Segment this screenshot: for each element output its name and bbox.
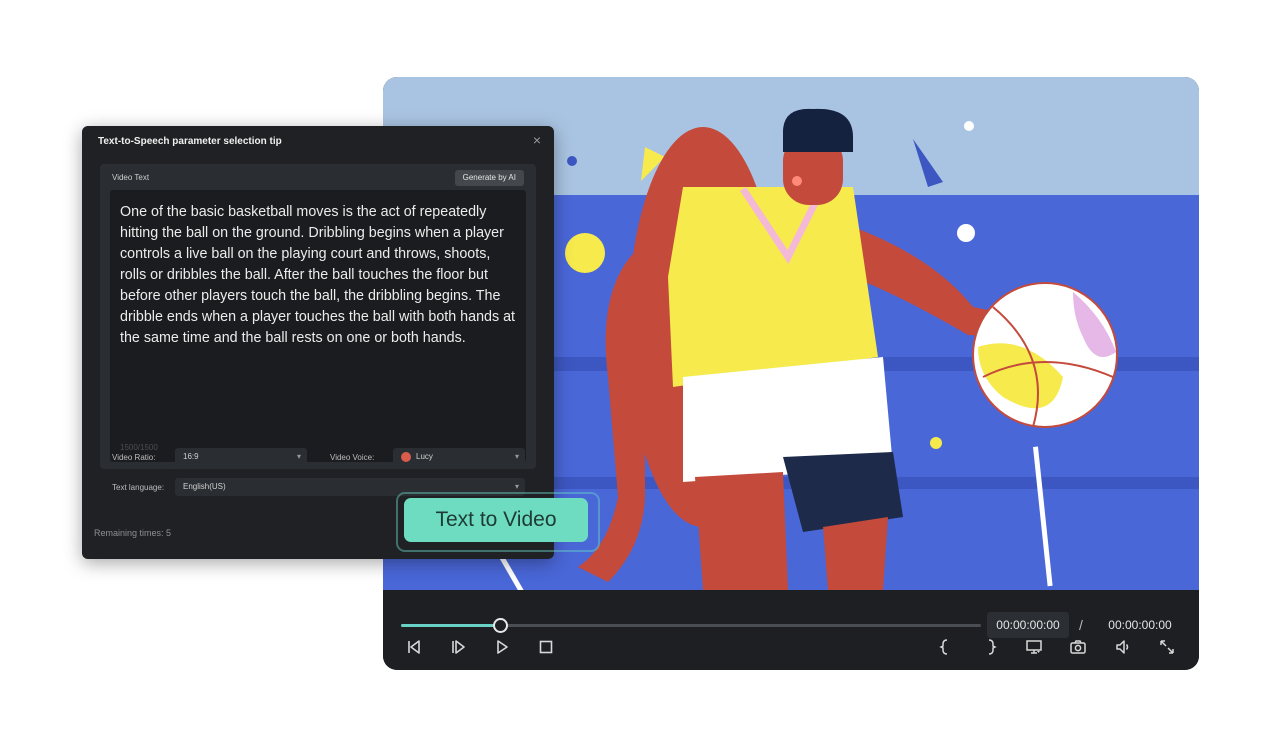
video-ratio-label: Video Ratio: bbox=[112, 453, 156, 462]
video-text-label: Video Text bbox=[112, 173, 150, 182]
play-icon[interactable] bbox=[491, 636, 513, 658]
video-text-input[interactable]: One of the basic basketball moves is the… bbox=[110, 190, 526, 462]
next-frame-icon[interactable] bbox=[447, 636, 469, 658]
video-voice-select[interactable]: Lucy ▾ bbox=[393, 448, 525, 466]
text-language-value: English(US) bbox=[183, 482, 226, 491]
video-ratio-value: 16:9 bbox=[183, 452, 199, 461]
text-language-label: Text language: bbox=[112, 483, 165, 492]
display-icon[interactable] bbox=[1023, 636, 1045, 658]
video-voice-value: Lucy bbox=[416, 452, 433, 461]
seek-progress bbox=[401, 624, 500, 627]
current-time: 00:00:00:00 bbox=[987, 612, 1069, 638]
chevron-down-icon: ▾ bbox=[514, 452, 519, 461]
remaining-times: Remaining times: 5 bbox=[94, 528, 172, 538]
snapshot-icon[interactable] bbox=[1067, 636, 1089, 658]
seek-bar[interactable] bbox=[401, 618, 981, 633]
video-text-content: One of the basic basketball moves is the… bbox=[120, 204, 516, 346]
chevron-down-icon: ▾ bbox=[296, 452, 301, 461]
text-to-video-button[interactable]: Text to Video bbox=[404, 498, 588, 542]
dialog-title: Text-to-Speech parameter selection tip bbox=[98, 136, 282, 147]
close-icon[interactable]: × bbox=[530, 133, 544, 147]
seek-handle[interactable] bbox=[492, 618, 508, 633]
prev-frame-icon[interactable] bbox=[403, 636, 425, 658]
mark-out-icon[interactable] bbox=[980, 636, 1002, 658]
time-separator: / bbox=[1079, 617, 1083, 633]
video-ratio-select[interactable]: 16:9 ▾ bbox=[175, 448, 307, 466]
video-text-panel: Video Text Generate by AI One of the bas… bbox=[100, 164, 536, 469]
generate-by-ai-button[interactable]: Generate by AI bbox=[454, 170, 524, 186]
volume-icon[interactable] bbox=[1112, 636, 1134, 658]
stop-icon[interactable] bbox=[535, 636, 557, 658]
video-voice-label: Video Voice: bbox=[330, 453, 375, 462]
total-time: 00:00:00:00 bbox=[1108, 618, 1172, 632]
char-count: 1500/1500 bbox=[120, 443, 158, 452]
fullscreen-icon[interactable] bbox=[1156, 636, 1178, 658]
player-controls: 00:00:00:00 / 00:00:00:00 bbox=[383, 590, 1199, 670]
voice-avatar bbox=[401, 451, 411, 462]
mark-in-icon[interactable] bbox=[934, 636, 956, 658]
